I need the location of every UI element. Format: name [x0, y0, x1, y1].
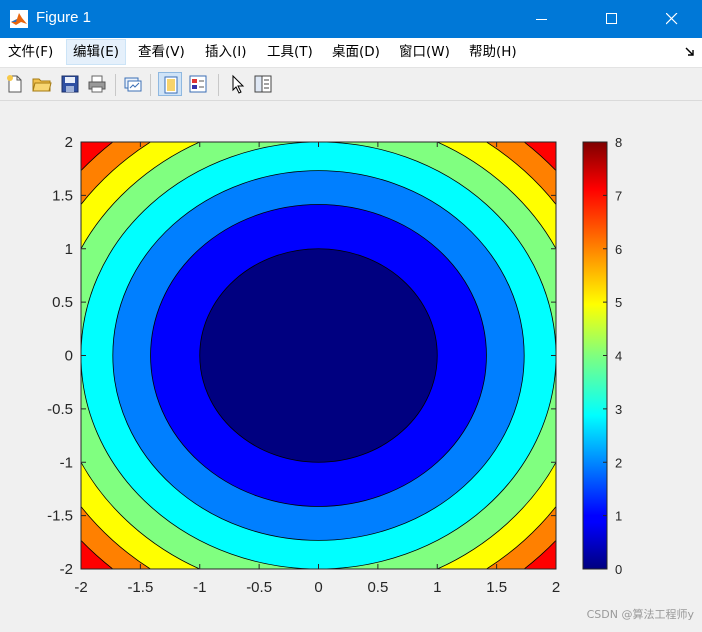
x-tick-label: -2 — [74, 579, 87, 596]
hide-plot-tools-button[interactable] — [158, 72, 182, 96]
new-figure-button[interactable] — [3, 72, 27, 96]
show-plot-tools-icon — [189, 75, 207, 93]
x-tick-label: -1 — [193, 579, 206, 596]
y-tick-label: 1 — [65, 241, 73, 258]
new-figure-icon — [7, 75, 22, 93]
dock-panel-icon — [254, 75, 272, 93]
colorbar-tick-label: 2 — [615, 455, 622, 470]
x-tick-label: 0 — [314, 579, 322, 596]
colorbar-tick-label: 0 — [615, 562, 622, 577]
menu-overflow-icon[interactable] — [684, 46, 696, 58]
y-tick-label: -2 — [60, 561, 73, 578]
link-plot-button[interactable] — [121, 72, 145, 96]
link-plot-icon — [124, 77, 142, 92]
menu-bar: 文件(F) 编辑(E) 查看(V) 插入(I) 工具(T) 桌面(D) 窗口(W… — [0, 38, 702, 68]
menu-help[interactable]: 帮助(H) — [463, 40, 523, 64]
menu-tools[interactable]: 工具(T) — [261, 40, 319, 64]
edit-plot-arrow-icon — [232, 74, 245, 94]
colorbar-tick-label: 5 — [615, 295, 622, 310]
toolbar-separator — [218, 74, 219, 96]
menu-file[interactable]: 文件(F) — [2, 40, 59, 64]
window-title: Figure 1 — [36, 9, 92, 26]
y-tick-label: 0.5 — [52, 294, 73, 311]
maximize-button[interactable] — [589, 0, 635, 38]
menu-view[interactable]: 查看(V) — [132, 40, 191, 64]
dock-panel-button[interactable] — [251, 72, 275, 96]
colorbar-tick-label: 7 — [615, 188, 622, 203]
open-file-button[interactable] — [30, 72, 54, 96]
x-tick-label: 1.5 — [486, 579, 507, 596]
save-icon — [61, 75, 79, 93]
save-button[interactable] — [58, 72, 82, 96]
figure-canvas: -2 -1.5 -1 -0.5 0 0.5 1 1.5 2 -2 -1.5 -1 -0.5 0 0.5 1 1.… — [0, 101, 702, 628]
menu-window[interactable]: 窗口(W) — [393, 40, 456, 64]
figure-toolbar — [0, 68, 702, 101]
print-icon — [88, 75, 106, 93]
y-tick-label: -0.5 — [47, 401, 73, 418]
minimize-button[interactable] — [519, 0, 565, 38]
close-button[interactable] — [649, 0, 695, 38]
menu-insert[interactable]: 插入(I) — [199, 40, 253, 64]
y-tick-label: 2 — [65, 134, 73, 151]
colorbar-tick-label: 3 — [615, 402, 622, 417]
close-icon — [666, 13, 678, 25]
print-button[interactable] — [85, 72, 109, 96]
csdn-watermark: CSDN @算法工程师y — [586, 608, 694, 621]
colorbar-tick-label: 8 — [615, 135, 622, 150]
y-tick-label: -1 — [60, 454, 73, 471]
hide-plot-tools-icon — [164, 76, 178, 94]
minimize-icon — [536, 19, 547, 20]
x-tick-label: 1 — [433, 579, 441, 596]
y-tick-label: -1.5 — [47, 508, 73, 525]
y-tick-label: 1.5 — [52, 187, 73, 204]
maximize-icon — [606, 13, 617, 24]
y-tick-label: 0 — [65, 348, 73, 365]
x-tick-label: 2 — [552, 579, 560, 596]
menu-desktop[interactable]: 桌面(D) — [326, 40, 386, 64]
menu-edit[interactable]: 编辑(E) — [66, 39, 127, 65]
toolbar-separator — [150, 74, 151, 96]
contour-band — [199, 248, 438, 463]
contour-plot[interactable]: -2 -1.5 -1 -0.5 0 0.5 1 1.5 2 -2 -1.5 -1 -0.5 0 0.5 1 1.… — [0, 101, 702, 628]
edit-plot-button[interactable] — [225, 72, 249, 96]
contour-fill-group — [81, 142, 556, 569]
toolbar-separator — [115, 74, 116, 96]
window-titlebar: Figure 1 — [0, 0, 702, 38]
matlab-logo-icon — [10, 10, 28, 28]
show-plot-tools-button[interactable] — [186, 72, 210, 96]
open-file-icon — [32, 78, 52, 92]
colorbar-tick-label: 1 — [615, 509, 622, 524]
x-tick-label: 0.5 — [367, 579, 388, 596]
colorbar-tick-label: 4 — [615, 349, 622, 364]
x-tick-label: -0.5 — [246, 579, 272, 596]
x-tick-label: -1.5 — [127, 579, 153, 596]
colorbar-tick-label: 6 — [615, 242, 622, 257]
